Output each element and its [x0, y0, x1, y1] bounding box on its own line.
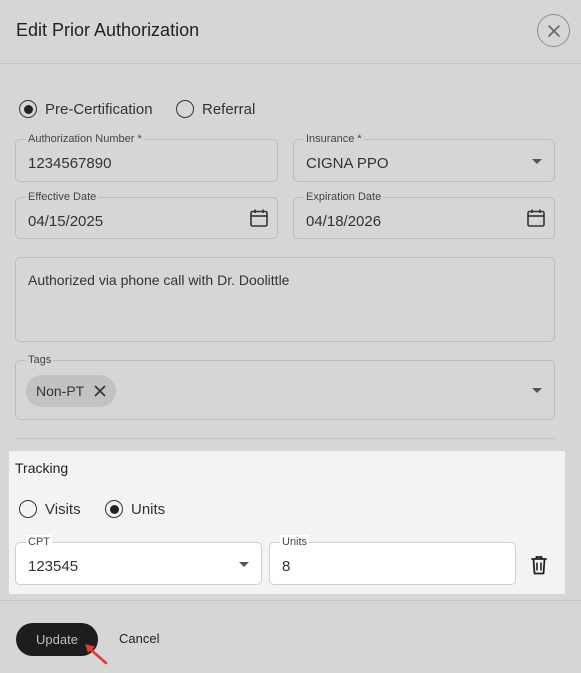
radio-unselected-icon	[19, 500, 37, 518]
effective-date-value: 04/15/2025	[28, 213, 104, 230]
pointer-arrow-icon	[85, 644, 108, 665]
chevron-down-icon	[532, 388, 542, 393]
authorization-number-value: 1234567890	[28, 155, 112, 172]
tag-chip: Non-PT	[26, 375, 117, 407]
insurance-value: CIGNA PPO	[306, 155, 389, 172]
notes-value: Authorized via phone call with Dr. Dooli…	[28, 272, 290, 288]
cpt-label: CPT	[26, 535, 52, 549]
footer-divider	[0, 600, 581, 601]
expiration-date-field[interactable]: Expiration Date 04/18/2026	[293, 190, 555, 239]
calendar-icon[interactable]	[526, 208, 546, 228]
expiration-date-label: Expiration Date	[304, 190, 384, 204]
chevron-down-icon	[532, 158, 542, 164]
dialog-header: Edit Prior Authorization	[0, 0, 581, 64]
insurance-label: Insurance *	[304, 132, 364, 146]
radio-units[interactable]: Units	[105, 500, 165, 518]
authorization-number-label: Authorization Number *	[26, 132, 144, 146]
expiration-date-value: 04/18/2026	[306, 213, 382, 230]
radio-referral[interactable]: Referral	[176, 100, 255, 118]
calendar-icon[interactable]	[249, 208, 269, 228]
tracking-section: Tracking Visits Units CPT 123545 Units 8	[9, 451, 565, 594]
cancel-button[interactable]: Cancel	[119, 631, 159, 646]
close-icon	[547, 24, 560, 37]
tag-chip-label: Non-PT	[36, 383, 85, 399]
radio-referral-label: Referral	[202, 100, 256, 118]
radio-pre-certification-label: Pre-Certification	[45, 100, 153, 118]
units-label: Units	[280, 535, 310, 549]
tracking-title: Tracking	[15, 460, 69, 476]
insurance-select[interactable]: Insurance * CIGNA PPO	[293, 132, 555, 182]
chevron-down-icon	[239, 561, 249, 567]
radio-units-label: Units	[131, 500, 166, 518]
radio-unselected-icon	[176, 100, 194, 118]
divider	[15, 438, 555, 439]
effective-date-label: Effective Date	[26, 190, 99, 204]
radio-selected-icon	[19, 100, 37, 118]
remove-tag-icon[interactable]	[94, 385, 106, 397]
radio-visits-label: Visits	[45, 500, 81, 518]
radio-visits[interactable]: Visits	[19, 500, 81, 518]
radio-selected-icon	[105, 500, 123, 518]
tags-label: Tags	[26, 353, 54, 367]
authorization-number-field[interactable]: Authorization Number * 1234567890	[15, 132, 278, 182]
units-input[interactable]: Units 8	[269, 535, 516, 585]
notes-textarea[interactable]: Authorized via phone call with Dr. Dooli…	[15, 257, 555, 342]
close-button[interactable]	[537, 14, 570, 47]
effective-date-field[interactable]: Effective Date 04/15/2025	[15, 190, 278, 239]
dialog-title: Edit Prior Authorization	[16, 20, 200, 40]
cpt-select[interactable]: CPT 123545	[15, 535, 262, 585]
cpt-value: 123545	[28, 558, 79, 575]
units-value: 8	[282, 558, 291, 575]
trash-icon[interactable]	[530, 555, 548, 575]
tags-select[interactable]: Tags Non-PT	[15, 353, 555, 420]
radio-pre-certification[interactable]: Pre-Certification	[19, 100, 153, 118]
